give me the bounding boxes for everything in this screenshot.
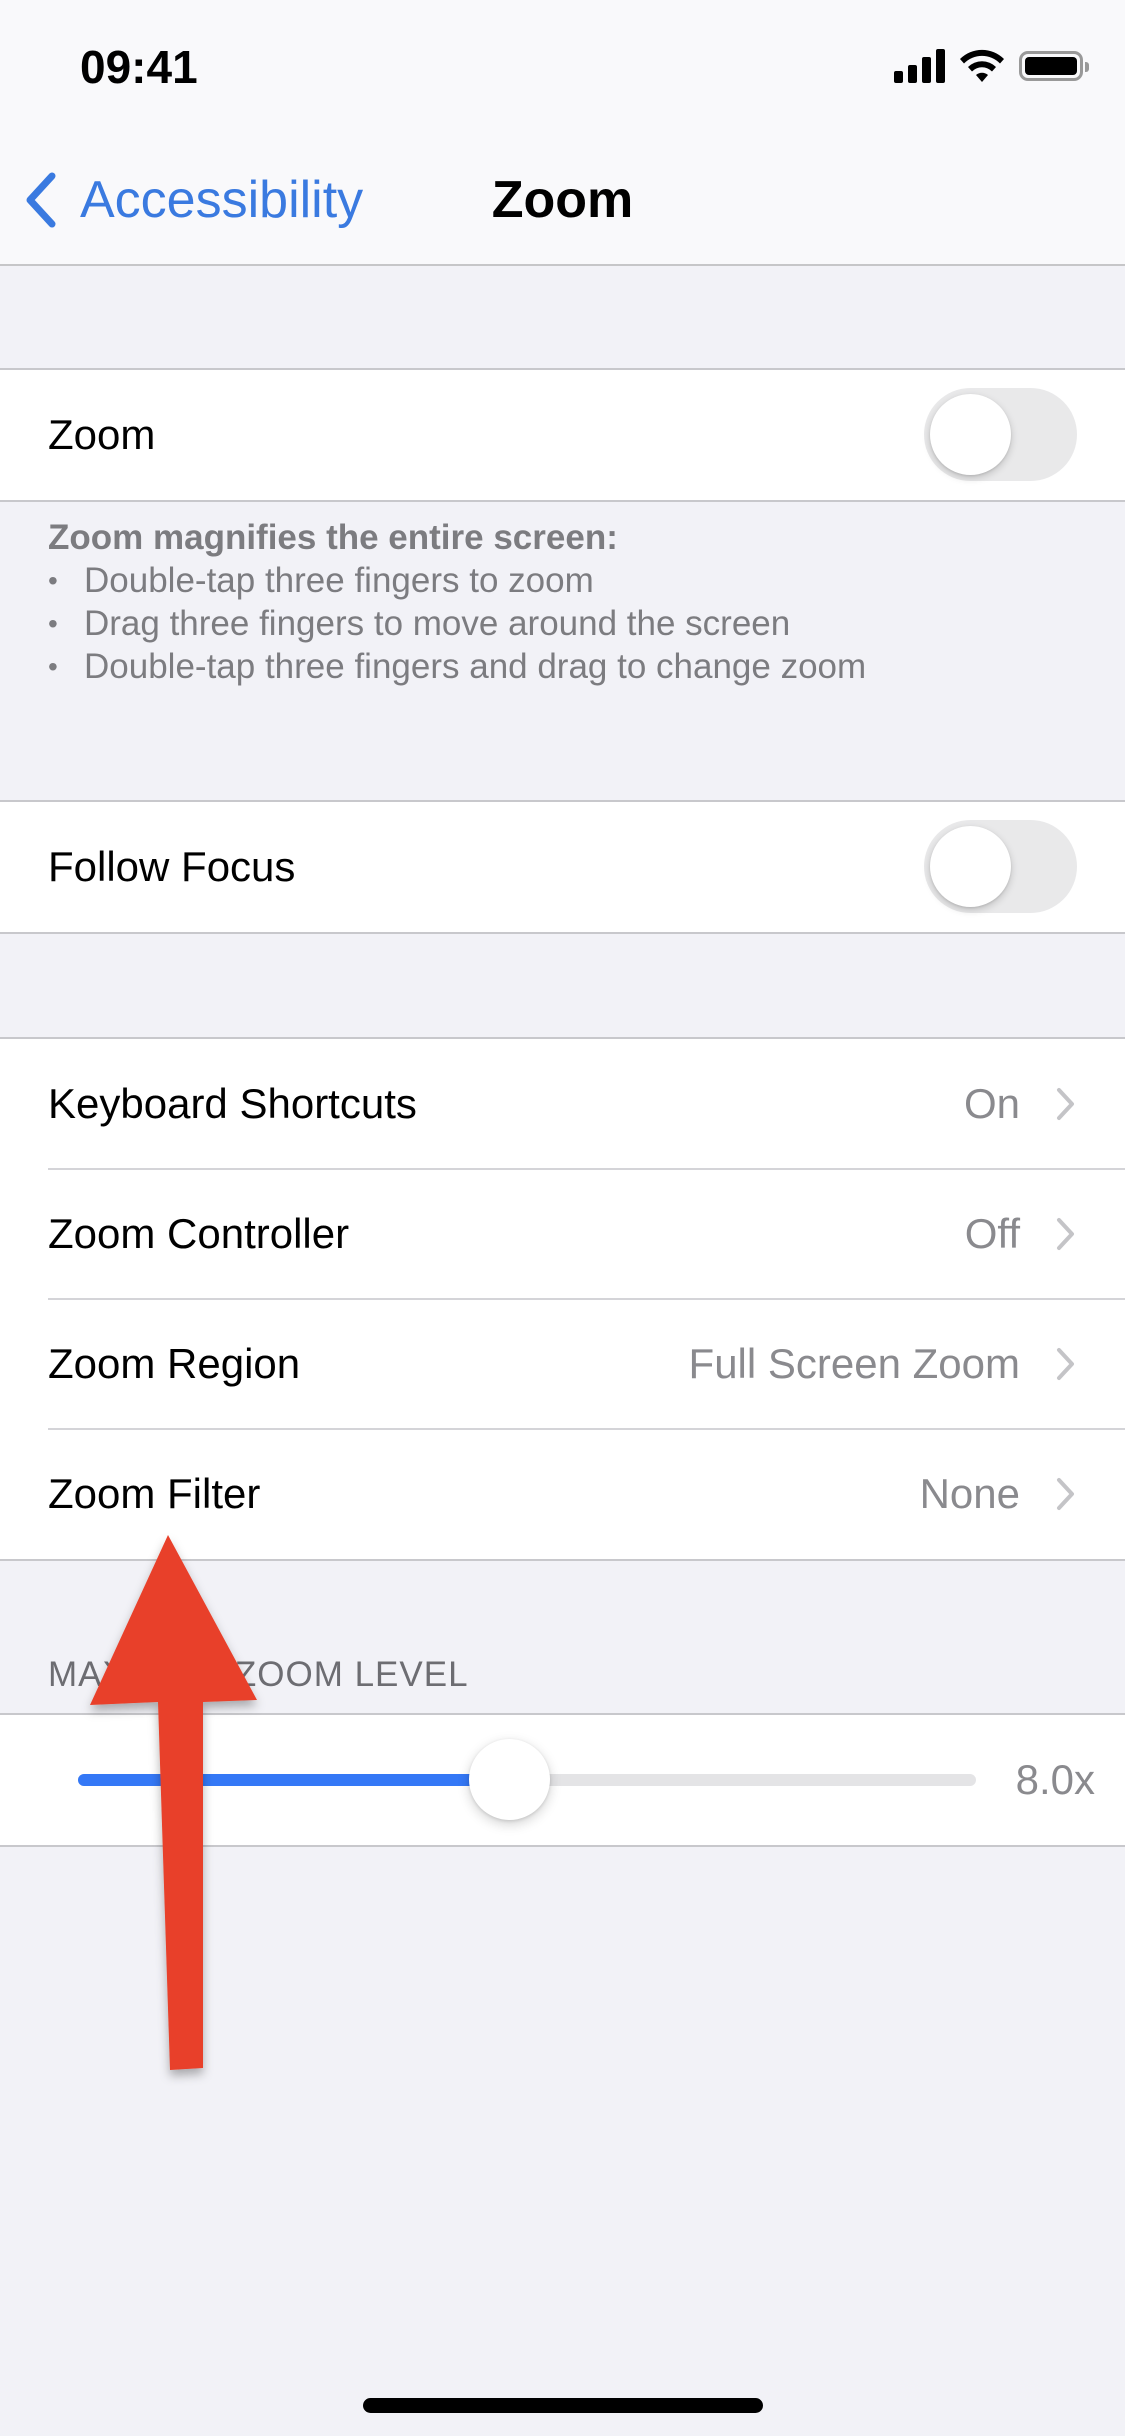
max-zoom-section-header: MAXIMUM ZOOM LEVEL [48, 1655, 469, 1694]
max-zoom-slider[interactable] [78, 1739, 976, 1820]
zoom-toggle[interactable] [924, 388, 1077, 481]
zoom-description-title: Zoom magnifies the entire screen: [48, 518, 618, 557]
chevron-right-icon [1057, 1218, 1074, 1250]
zoom-region-row[interactable]: Zoom Region Full Screen Zoom [0, 1298, 1125, 1429]
slider-thumb[interactable] [469, 1739, 551, 1820]
zoom-controller-value: Off [964, 1210, 1020, 1257]
navigation-bar: Accessibility Zoom [0, 130, 1125, 266]
zoom-controller-label: Zoom Controller [48, 1210, 350, 1257]
zoom-row: Zoom [0, 370, 1125, 500]
zoom-options-group: Keyboard Shortcuts On Zoom Controller Of… [0, 1037, 1125, 1561]
keyboard-shortcuts-label: Keyboard Shortcuts [48, 1080, 417, 1127]
battery-icon [1019, 51, 1089, 81]
slider-fill [78, 1774, 510, 1786]
status-bar: 09:41 [0, 0, 1125, 130]
zoom-description-item: Double-tap three fingers and drag to cha… [48, 645, 1088, 688]
keyboard-shortcuts-value: On [963, 1080, 1020, 1127]
chevron-right-icon [1057, 1348, 1074, 1380]
zoom-description-list: Double-tap three fingers to zoom Drag th… [48, 559, 1088, 688]
zoom-region-value: Full Screen Zoom [688, 1340, 1020, 1387]
follow-focus-label: Follow Focus [48, 843, 296, 890]
zoom-description-item: Double-tap three fingers to zoom [48, 559, 1088, 602]
keyboard-shortcuts-row[interactable]: Keyboard Shortcuts On [0, 1039, 1125, 1169]
zoom-filter-row[interactable]: Zoom Filter None [0, 1428, 1125, 1559]
zoom-filter-value: None [919, 1470, 1020, 1517]
zoom-label: Zoom [48, 411, 156, 458]
zoom-description-item: Drag three fingers to move around the sc… [48, 602, 1088, 645]
zoom-filter-label: Zoom Filter [48, 1470, 261, 1517]
zoom-controller-row[interactable]: Zoom Controller Off [0, 1168, 1125, 1299]
toggle-knob [930, 826, 1011, 907]
toggle-knob [930, 394, 1011, 475]
chevron-right-icon [1057, 1478, 1074, 1510]
status-icons [894, 48, 1089, 84]
follow-focus-row: Follow Focus [0, 802, 1125, 932]
max-zoom-row: 8.0x [0, 1715, 1125, 1845]
max-zoom-value: 8.0x [1015, 1756, 1095, 1803]
zoom-description: Zoom magnifies the entire screen: Double… [48, 516, 1088, 688]
home-indicator [363, 2398, 763, 2413]
page-title: Zoom [491, 171, 634, 229]
zoom-region-label: Zoom Region [48, 1340, 301, 1387]
cellular-signal-icon [894, 49, 945, 83]
wifi-icon [960, 49, 1004, 82]
max-zoom-group: 8.0x [0, 1713, 1125, 1847]
zoom-group: Zoom [0, 368, 1125, 502]
follow-focus-group: Follow Focus [0, 800, 1125, 934]
status-time: 09:41 [80, 41, 198, 93]
follow-focus-toggle[interactable] [924, 820, 1077, 913]
chevron-right-icon [1057, 1088, 1074, 1120]
